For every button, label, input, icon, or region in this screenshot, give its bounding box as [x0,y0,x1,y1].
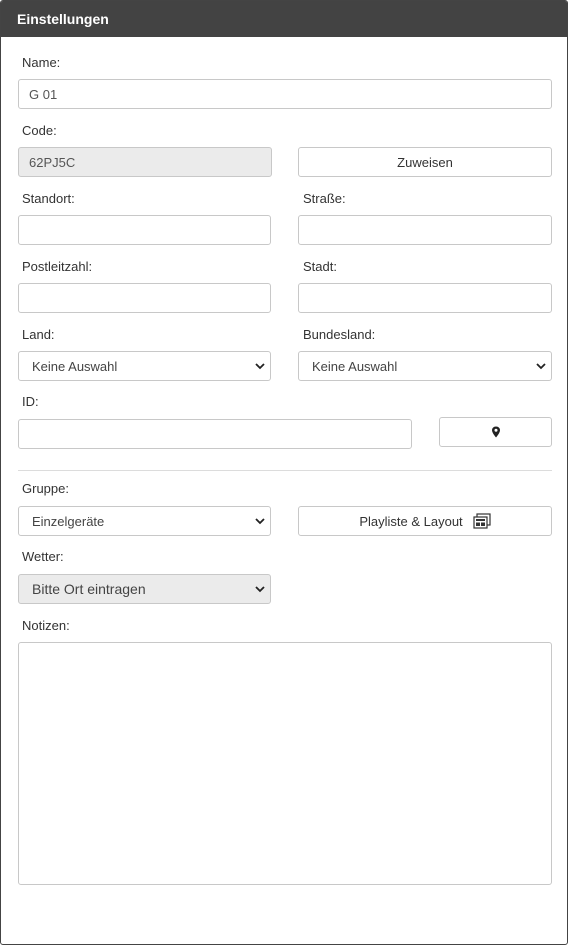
country-select-value: Keine Auswahl [32,358,118,374]
name-label: Name: [22,55,61,70]
section-divider [18,470,552,471]
chevron-down-icon [255,363,265,370]
map-pin-icon [491,426,500,438]
assign-button[interactable]: Zuweisen [298,147,552,177]
settings-panel: Einstellungen Name: G 01 Code: 62PJ5C Zu… [0,0,568,945]
playlist-layout-button[interactable]: Playliste & Layout [298,506,552,536]
chevron-down-icon [255,518,265,525]
playlist-layout-icon [473,513,491,529]
street-label: Straße: [303,191,346,206]
id-label: ID: [22,394,39,409]
panel-header: Einstellungen [1,1,567,37]
notes-label: Notizen: [22,618,70,633]
weather-label: Wetter: [22,549,64,564]
weather-select: Bitte Ort eintragen [18,574,271,604]
code-label: Code: [22,123,57,138]
state-label: Bundesland: [303,327,376,342]
chevron-down-icon [536,363,546,370]
city-label: Stadt: [303,259,337,274]
group-select-value: Einzelgeräte [32,513,105,529]
code-input: 62PJ5C [18,147,272,177]
panel-title: Einstellungen [17,11,109,27]
state-select[interactable]: Keine Auswahl [298,351,552,381]
id-input[interactable] [18,419,412,449]
playlist-layout-label: Playliste & Layout [359,513,463,529]
name-input[interactable]: G 01 [18,79,552,109]
locate-button[interactable] [439,417,552,447]
state-select-value: Keine Auswahl [312,358,398,374]
location-input[interactable] [18,215,271,245]
country-select[interactable]: Keine Auswahl [18,351,271,381]
street-input[interactable] [298,215,552,245]
country-label: Land: [22,327,55,342]
city-input[interactable] [298,283,552,313]
group-label: Gruppe: [22,481,69,496]
weather-select-value: Bitte Ort eintragen [32,581,146,597]
group-select[interactable]: Einzelgeräte [18,506,271,536]
chevron-down-icon [255,586,265,593]
postal-code-input[interactable] [18,283,271,313]
notes-textarea[interactable] [18,642,552,885]
postal-code-label: Postleitzahl: [22,259,93,274]
location-label: Standort: [22,191,75,206]
